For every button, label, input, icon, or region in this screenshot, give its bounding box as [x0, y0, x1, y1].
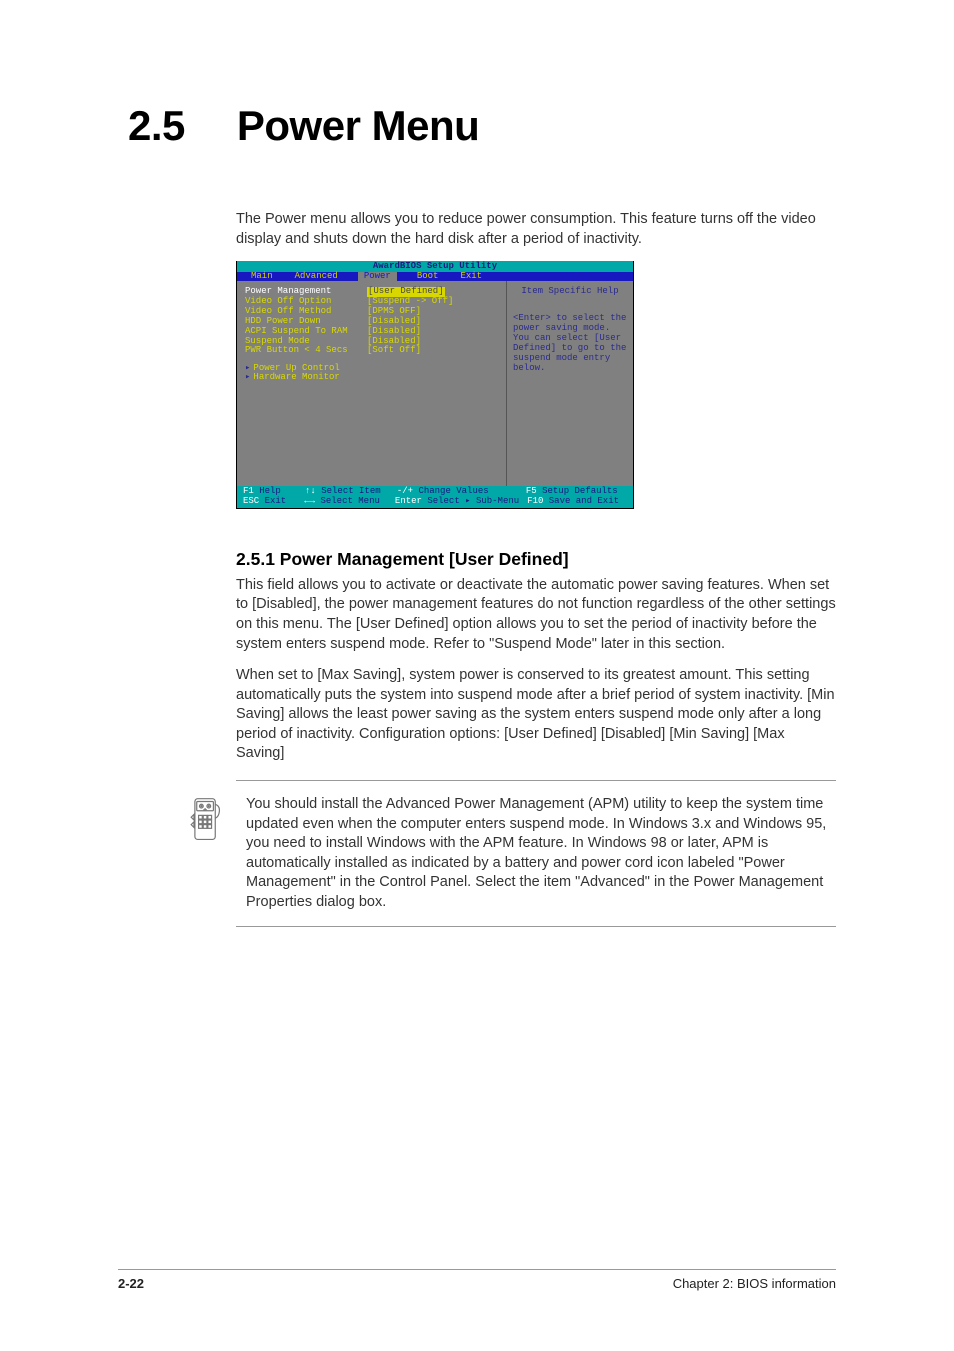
subsection-body: This field allows you to activate or dea… — [236, 576, 836, 764]
bios-help-text: <Enter> to select the power saving mode.… — [513, 314, 627, 373]
bios-footer-hint: ESC Exit — [243, 497, 296, 507]
bios-footer-label: Setup Defaults — [542, 486, 618, 496]
bios-footer-key: F10 — [527, 496, 549, 506]
bios-tab[interactable]: Boot — [415, 272, 441, 281]
bios-footer: F1 Help ↑↓ Select Item -/+ Change Values F5… — [237, 486, 633, 508]
bios-tab[interactable]: Exit — [458, 272, 484, 281]
bios-footer-label: Exit — [265, 496, 287, 506]
note-text: You should install the Advanced Power Ma… — [246, 795, 836, 912]
bios-item-row[interactable]: PWR Button < 4 Secs [Soft Off] — [245, 346, 498, 356]
section-number: 2.5 — [128, 102, 185, 149]
bios-footer-hint: F10 Save and Exit — [527, 497, 619, 507]
triangle-icon: ▸ — [245, 372, 250, 382]
note-icon — [184, 795, 228, 845]
page-footer: 2-22 Chapter 2: BIOS information — [118, 1269, 836, 1291]
section-title: Power Menu — [237, 102, 479, 149]
section-heading: 2.5 Power Menu — [128, 102, 836, 150]
bios-submenu-label: Hardware Monitor — [253, 372, 339, 382]
bios-footer-key: -/+ — [397, 486, 419, 496]
bios-help-title: Item Specific Help — [513, 287, 627, 296]
bios-footer-label: Save and Exit — [549, 496, 619, 506]
bios-footer-label: Select Menu — [320, 496, 379, 506]
bios-submenu-item[interactable]: ▸Hardware Monitor — [245, 373, 498, 382]
bios-footer-label: Help — [259, 486, 281, 496]
bios-footer-label: Select Item — [321, 486, 380, 496]
subsection-heading: 2.5.1 Power Management [User Defined] — [236, 549, 836, 570]
bios-item-label: PWR Button < 4 Secs — [245, 346, 363, 356]
bios-footer-key: ←→ — [304, 496, 320, 506]
bios-footer-label: Select ▸ Sub-Menu — [427, 496, 519, 506]
bios-menubar: Main Advanced Power Boot Exit — [237, 272, 633, 281]
page-number: 2-22 — [118, 1276, 144, 1291]
bios-footer-key: F5 — [526, 486, 542, 496]
bios-tab[interactable]: Power — [358, 272, 397, 281]
bios-footer-label: Change Values — [418, 486, 488, 496]
bios-screenshot: AwardBIOS Setup Utility MainAdvancedPowe… — [236, 261, 634, 509]
bios-footer-key: ↑↓ — [305, 486, 321, 496]
sub1-p1: This field allows you to activate or dea… — [236, 576, 836, 654]
bios-footer-hint: Enter Select ▸ Sub-Menu — [395, 497, 519, 507]
bios-tab[interactable]: Main — [249, 272, 275, 281]
intro-paragraph: The Power menu allows you to reduce powe… — [236, 210, 836, 249]
note-box: You should install the Advanced Power Ma… — [236, 780, 836, 927]
bios-left-pane: Power Management[User Defined]Video Off … — [237, 281, 507, 486]
bios-tab[interactable]: Advanced — [293, 272, 340, 281]
bios-footer-key: Enter — [395, 496, 427, 506]
sub1-p2: When set to [Max Saving], system power i… — [236, 666, 836, 764]
bios-help-pane: Item Specific Help <Enter> to select the… — [507, 281, 633, 486]
bios-footer-hint: ←→ Select Menu — [304, 497, 387, 507]
bios-footer-key: F1 — [243, 486, 259, 496]
bios-item-value: [Soft Off] — [367, 346, 421, 356]
bios-footer-key: ESC — [243, 496, 265, 506]
chapter-label: Chapter 2: BIOS information — [673, 1276, 836, 1291]
